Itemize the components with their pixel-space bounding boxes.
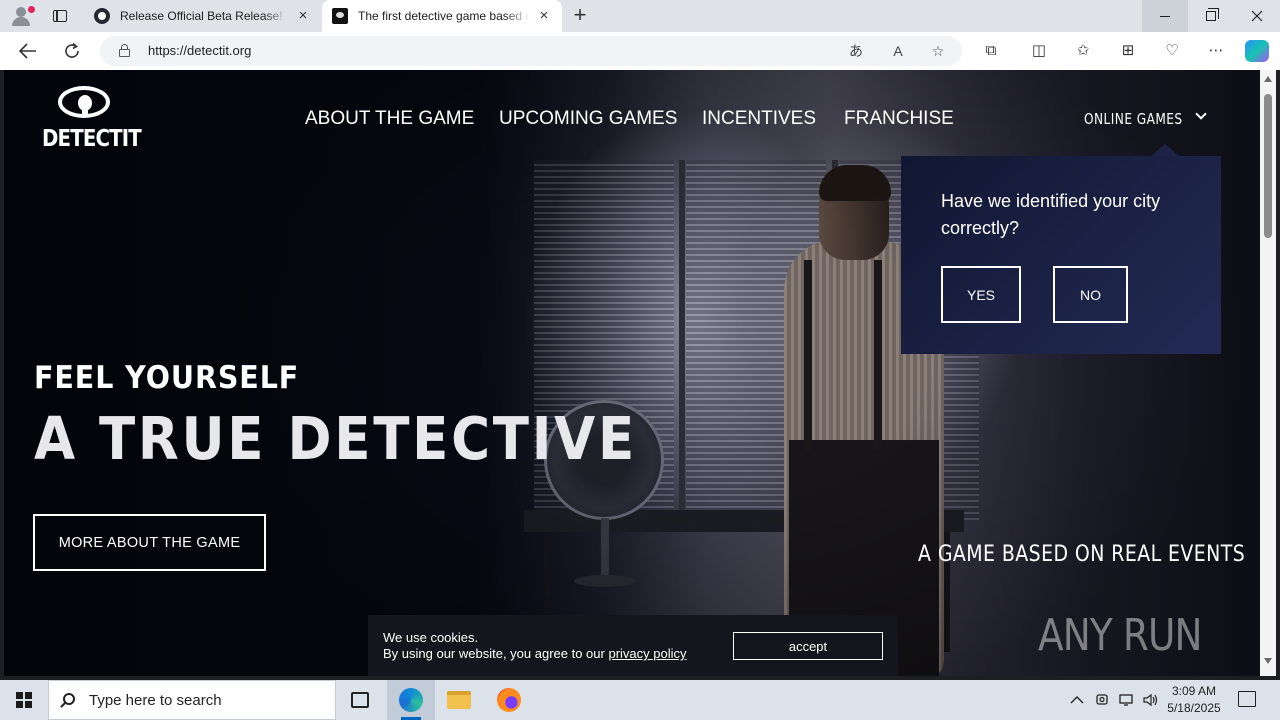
start-button[interactable] (0, 680, 48, 720)
page-scrollbar[interactable] (1260, 70, 1276, 676)
tab-title: Release Official Beta Release! · Bl (120, 9, 289, 23)
minimize-button[interactable] (1142, 0, 1188, 32)
browser-tab-strip: Release Official Beta Release! · Bl × Th… (0, 0, 1280, 32)
split-screen-icon[interactable]: ◫ (1028, 40, 1050, 62)
detectit-favicon-icon (332, 8, 348, 24)
detectit-logo[interactable]: DETECTIT (42, 86, 142, 156)
notification-center-icon[interactable] (1238, 691, 1256, 707)
file-explorer-button[interactable] (435, 680, 483, 720)
address-bar[interactable]: https://detectit.org あ A ☆ (100, 36, 962, 66)
scroll-thumb[interactable] (1264, 94, 1272, 238)
meet-now-icon[interactable] (1095, 680, 1111, 720)
scroll-up-arrow-icon[interactable] (1264, 76, 1272, 82)
windows-logo-icon (16, 692, 32, 708)
hero-title: A TRUE DETECTIVE (34, 404, 637, 473)
extensions-icon[interactable]: ⧉ (980, 40, 1002, 62)
city-confirmation-popup: Have we identified your city correctly? … (901, 144, 1221, 354)
nav-franchise[interactable]: FRANCHISE (844, 108, 954, 130)
restore-button[interactable] (1188, 0, 1234, 32)
edge-icon (399, 688, 423, 712)
back-button[interactable] (14, 37, 42, 65)
browser-toolbar: https://detectit.org あ A ☆ ⧉ ◫ ✩ ⊞ ♡ ⋯ (0, 32, 1280, 70)
online-games-dropdown[interactable]: ONLINE GAMES (1084, 110, 1183, 128)
hero-subtitle: FEEL YOURSELF (34, 360, 300, 396)
tab-detectit[interactable]: The first detective game based on × (322, 0, 562, 32)
favorite-star-icon[interactable]: ☆ (928, 42, 948, 60)
city-question: Have we identified your city correctly? (941, 191, 1161, 238)
github-icon (94, 8, 110, 24)
search-icon (63, 693, 75, 705)
cookie-line-2: By using our website, you agree to our p… (383, 646, 687, 662)
yes-button[interactable]: YES (941, 266, 1021, 323)
edge-taskbar-button[interactable] (387, 680, 435, 720)
tab-github-release[interactable]: Release Official Beta Release! · Bl × (84, 0, 321, 32)
suspender (874, 260, 882, 450)
cookie-banner: We use cookies. By using our website, yo… (368, 615, 898, 676)
firefox-icon (497, 688, 521, 712)
cookie-line-2-prefix: By using our website, you agree to our (383, 646, 609, 661)
read-aloud-icon[interactable]: A (888, 42, 908, 60)
more-about-game-button[interactable]: MORE ABOUT THE GAME (33, 514, 266, 571)
profile-icon[interactable] (8, 4, 36, 28)
page-viewport: DETECTIT ABOUT THE GAME UPCOMING GAMES I… (4, 70, 1260, 676)
nav-incentives[interactable]: INCENTIVES (702, 108, 816, 130)
clock-date: 5/18/2025 (1167, 701, 1221, 715)
task-view-button[interactable] (336, 680, 384, 720)
accept-cookies-button[interactable]: accept (733, 632, 883, 660)
fan-base (574, 575, 636, 587)
nav-about-the-game[interactable]: ABOUT THE GAME (305, 108, 474, 130)
url-text[interactable]: https://detectit.org (148, 43, 251, 58)
show-hidden-icons-chevron-icon[interactable] (1070, 680, 1084, 720)
scroll-down-arrow-icon[interactable] (1264, 658, 1272, 664)
windows-taskbar: Type here to search 3:09 AM 5/18/2025 (0, 680, 1280, 720)
browser-essentials-icon[interactable]: ♡ (1161, 40, 1183, 62)
network-icon[interactable] (1118, 680, 1136, 720)
translate-icon[interactable]: あ (846, 42, 866, 60)
firefox-taskbar-button[interactable] (485, 680, 533, 720)
logo-text: DETECTIT (42, 126, 142, 152)
volume-icon[interactable] (1142, 680, 1160, 720)
clock-time: 3:09 AM (1171, 684, 1217, 698)
close-tab-icon[interactable]: × (295, 8, 311, 24)
new-tab-button[interactable]: + (568, 4, 592, 28)
taskbar-search[interactable]: Type here to search (48, 680, 336, 720)
tab-title: The first detective game based on (358, 9, 530, 23)
cookie-line-1: We use cookies. (383, 630, 479, 645)
folder-icon (447, 691, 471, 709)
lock-icon[interactable] (119, 44, 130, 57)
privacy-policy-link[interactable]: privacy policy (608, 646, 686, 661)
nav-upcoming-games[interactable]: UPCOMING GAMES (499, 108, 677, 130)
chevron-down-icon[interactable] (1194, 110, 1208, 124)
task-view-icon (351, 692, 369, 708)
more-menu-icon[interactable]: ⋯ (1205, 40, 1227, 62)
copilot-icon[interactable] (1245, 40, 1269, 62)
detective-hair (819, 165, 891, 201)
cookie-text: We use cookies. By using our website, yo… (383, 630, 687, 662)
tagline: A GAME BASED ON REAL EVENTS (918, 542, 1246, 567)
close-window-button[interactable] (1234, 0, 1280, 32)
anyrun-watermark: ANY RUN (1038, 610, 1203, 661)
reload-button[interactable] (58, 37, 86, 65)
system-clock[interactable]: 3:09 AM 5/18/2025 (1163, 683, 1225, 717)
no-button[interactable]: NO (1053, 266, 1128, 323)
collections-icon[interactable]: ⊞ (1117, 40, 1139, 62)
suspender (804, 260, 812, 450)
favorites-icon[interactable]: ✩ (1072, 40, 1094, 62)
eye-logo-icon (58, 86, 110, 118)
tab-actions-icon[interactable] (46, 4, 74, 28)
search-placeholder: Type here to search (89, 692, 222, 709)
close-tab-icon[interactable]: × (536, 8, 552, 24)
fan-stem (601, 518, 609, 578)
